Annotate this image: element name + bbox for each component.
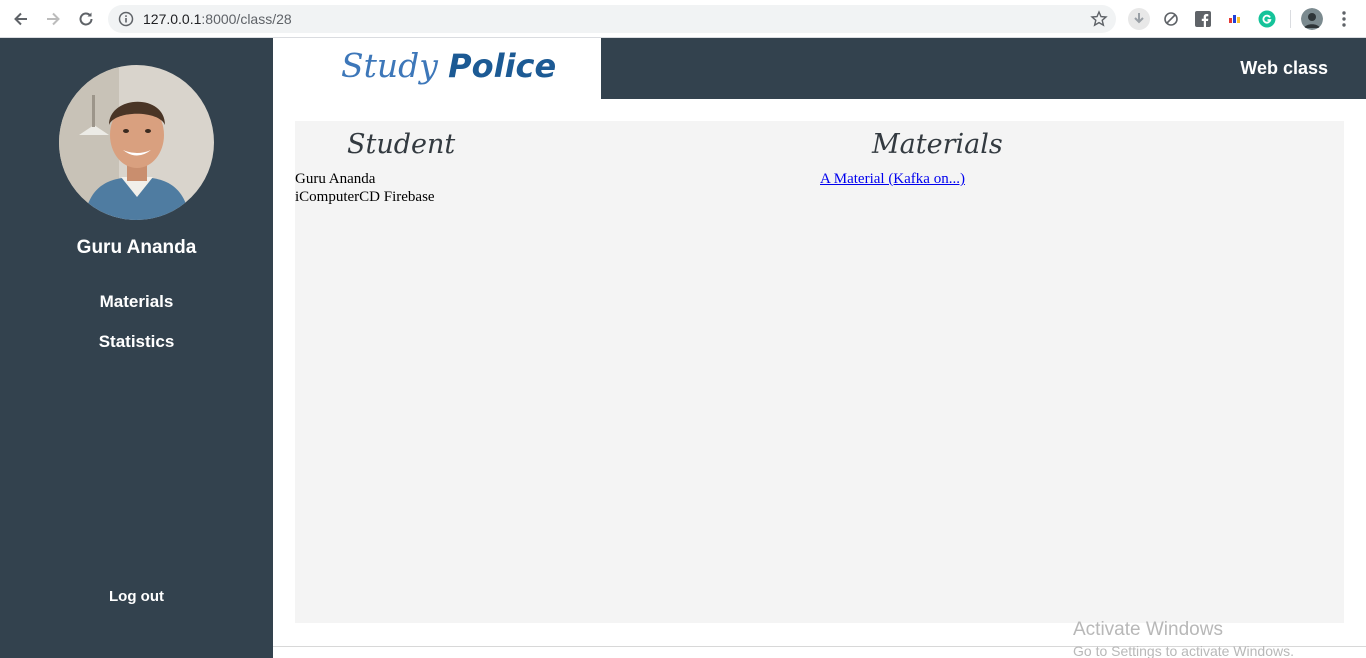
user-name: Guru Ananda bbox=[76, 237, 197, 258]
reload-icon[interactable] bbox=[74, 7, 98, 31]
class-panel: Student Materials Guru Ananda iComputerC… bbox=[295, 121, 1344, 623]
student-heading: Student bbox=[347, 129, 456, 160]
download-extension-icon[interactable] bbox=[1128, 8, 1150, 30]
materials-heading: Materials bbox=[872, 129, 1003, 160]
sidebar: Guru Ananda Materials Statistics Log out bbox=[0, 38, 273, 658]
block-extension-icon[interactable] bbox=[1161, 9, 1181, 29]
page-title: Web class bbox=[1240, 58, 1328, 78]
browser-toolbar: 127.0.0.1:8000/class/28 bbox=[0, 0, 1366, 38]
student-list-item: Guru Ananda bbox=[295, 171, 376, 187]
sidebar-item-materials[interactable]: Materials bbox=[0, 292, 273, 312]
facebook-extension-icon[interactable] bbox=[1193, 9, 1213, 29]
student-list-item: iComputerCD Firebase bbox=[295, 189, 435, 205]
info-icon[interactable] bbox=[118, 11, 134, 27]
logo-area: Study Police bbox=[273, 38, 601, 99]
logo[interactable]: Study Police bbox=[341, 44, 556, 86]
activate-windows-subtitle: Go to Settings to activate Windows. bbox=[1073, 643, 1294, 658]
url-text: 127.0.0.1:8000/class/28 bbox=[143, 11, 292, 27]
profile-avatar[interactable] bbox=[1301, 8, 1323, 30]
forward-icon[interactable] bbox=[41, 7, 65, 31]
sidebar-item-statistics[interactable]: Statistics bbox=[0, 332, 273, 352]
activate-windows-title: Activate Windows bbox=[1073, 619, 1223, 640]
avatar bbox=[59, 65, 214, 220]
back-icon[interactable] bbox=[9, 7, 33, 31]
toolbar-divider bbox=[1290, 10, 1291, 28]
top-bar: Web class bbox=[601, 38, 1366, 99]
grammarly-icon[interactable] bbox=[1257, 9, 1277, 29]
color-extension-icon[interactable] bbox=[1225, 9, 1245, 29]
material-link[interactable]: A Material (Kafka on...) bbox=[820, 171, 965, 188]
menu-kebab-icon[interactable] bbox=[1334, 9, 1354, 29]
bookmark-star-icon[interactable] bbox=[1090, 10, 1108, 28]
logout-button[interactable]: Log out bbox=[0, 588, 273, 605]
address-bar[interactable]: 127.0.0.1:8000/class/28 bbox=[108, 5, 1116, 33]
